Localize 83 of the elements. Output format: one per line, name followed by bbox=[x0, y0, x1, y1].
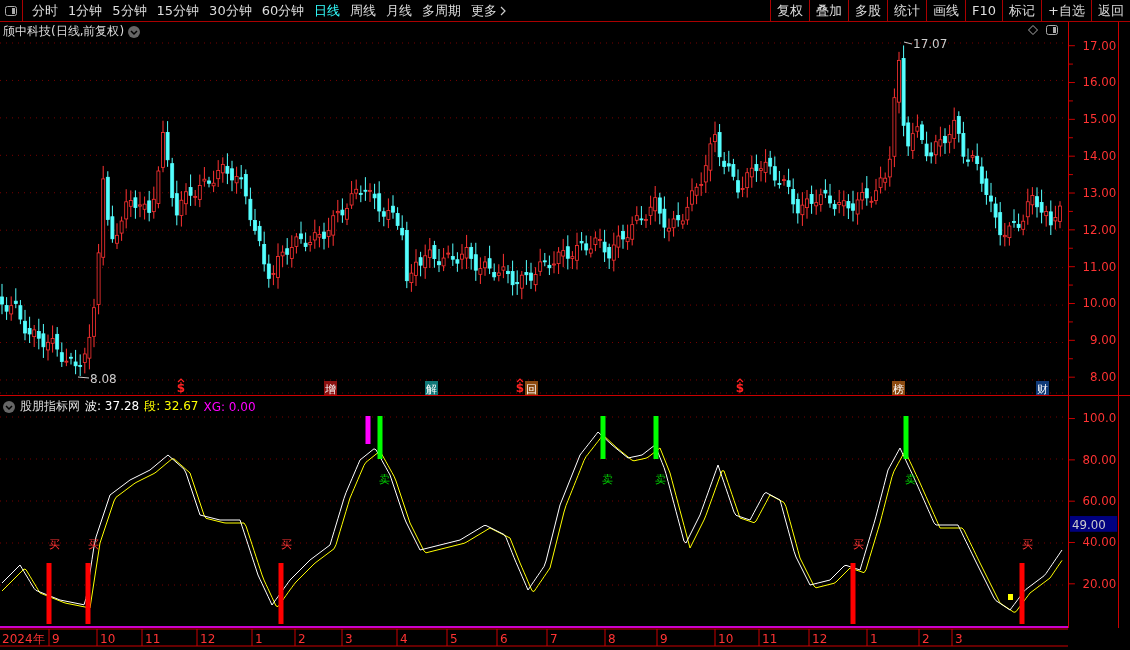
date-label: 12 bbox=[200, 632, 216, 646]
sell-signal-label: 卖 bbox=[601, 473, 613, 486]
toolbar-button[interactable]: 画线 bbox=[926, 0, 966, 21]
period-tab[interactable]: 周线 bbox=[345, 0, 382, 22]
date-label: 2 bbox=[922, 632, 930, 646]
price-tick-label: 9.00 bbox=[1089, 333, 1117, 348]
buy-signal-label: 买 bbox=[48, 538, 60, 551]
date-label: 3 bbox=[345, 632, 353, 646]
period-tab[interactable]: 月线 bbox=[381, 0, 418, 22]
indicator-tick-label: 20.00 bbox=[1082, 576, 1117, 591]
indicator-reading: 段: 32.67 bbox=[144, 398, 199, 415]
dropdown-icon[interactable] bbox=[3, 400, 15, 413]
price-tick-label: 13.00 bbox=[1082, 185, 1117, 200]
toolbar-button[interactable]: 返回 bbox=[1091, 0, 1130, 21]
date-label: 7 bbox=[550, 632, 558, 646]
date-label: 5 bbox=[450, 632, 458, 646]
toolbar-button[interactable]: +自选 bbox=[1041, 0, 1091, 21]
price-tick-label: 15.00 bbox=[1082, 112, 1117, 127]
toolbar-button[interactable]: 标记 bbox=[1002, 0, 1042, 21]
period-tab[interactable]: 30分钟 bbox=[204, 0, 257, 22]
toolbar-button[interactable]: F10 bbox=[965, 0, 1003, 21]
indicator-reading: XG: 0.00 bbox=[203, 399, 256, 414]
toolbar-button[interactable]: 多股 bbox=[848, 0, 888, 21]
date-label: 9 bbox=[52, 632, 60, 646]
buy-signal-label: 买 bbox=[1021, 538, 1033, 551]
panel-toggle-icon[interactable] bbox=[1046, 25, 1058, 35]
price-tick-label: 16.00 bbox=[1082, 75, 1117, 90]
period-tab[interactable]: 1分钟 bbox=[63, 0, 108, 22]
panel-toggle-icon[interactable] bbox=[5, 5, 17, 16]
date-label: 11 bbox=[762, 632, 778, 646]
toolbar-button[interactable]: 统计 bbox=[887, 0, 927, 21]
buy-signal-label: 买 bbox=[852, 538, 864, 551]
date-label: 1 bbox=[870, 632, 878, 646]
date-label: 11 bbox=[145, 632, 161, 646]
indicator-reading: 波: 37.28 bbox=[85, 398, 140, 415]
price-tick-label: 14.00 bbox=[1082, 149, 1117, 164]
period-tab[interactable]: 分时 bbox=[27, 0, 63, 22]
date-label: 2 bbox=[298, 632, 306, 646]
high-price-label: 17.07 bbox=[913, 37, 948, 51]
date-label: 2024年 bbox=[2, 632, 45, 646]
date-label: 3 bbox=[955, 632, 963, 646]
price-tick-label: 11.00 bbox=[1082, 259, 1117, 274]
period-tab[interactable]: 15分钟 bbox=[151, 0, 205, 22]
chart-title: 颀中科技(日线,前复权) bbox=[3, 23, 125, 40]
date-label: 12 bbox=[812, 632, 828, 646]
event-tag[interactable]: 财 bbox=[1036, 381, 1049, 395]
date-label: 9 bbox=[660, 632, 668, 646]
indicator-tick-label: 60.00 bbox=[1082, 494, 1117, 509]
sell-signal-label: 卖 bbox=[654, 473, 666, 486]
indicator-tick-label: 80.00 bbox=[1082, 452, 1117, 467]
indicator-tick-label: 100.0 bbox=[1082, 411, 1117, 426]
indicator-tick-label: 40.00 bbox=[1082, 535, 1117, 550]
diamond-icon[interactable] bbox=[1028, 25, 1038, 35]
price-tick-label: 17.00 bbox=[1082, 38, 1117, 53]
date-label: 6 bbox=[500, 632, 508, 646]
sell-signal-label: 卖 bbox=[378, 473, 390, 486]
date-label: 8 bbox=[608, 632, 616, 646]
toolbar-button[interactable]: 复权 bbox=[770, 0, 810, 21]
date-label: 10 bbox=[100, 632, 116, 646]
period-tab[interactable]: 5分钟 bbox=[107, 0, 152, 22]
price-tick-label: 8.00 bbox=[1089, 370, 1117, 385]
period-tab[interactable]: 60分钟 bbox=[256, 0, 310, 22]
chevron-right-icon bbox=[500, 5, 507, 16]
date-label: 10 bbox=[718, 632, 734, 646]
current-value-label: 49.00 bbox=[1070, 516, 1118, 532]
low-price-label: 8.08 bbox=[90, 372, 117, 386]
event-tag[interactable]: 增 bbox=[324, 381, 337, 395]
buy-signal-label: 买 bbox=[280, 538, 292, 551]
buy-signal-label: 买 bbox=[87, 538, 99, 551]
event-tag[interactable]: 榜 bbox=[892, 381, 905, 395]
event-tag[interactable]: 解 bbox=[425, 381, 438, 395]
period-tab[interactable]: 日线 bbox=[309, 0, 346, 22]
date-label: 4 bbox=[400, 632, 408, 646]
sell-signal-label: 卖 bbox=[904, 473, 916, 486]
price-tick-label: 12.00 bbox=[1082, 222, 1117, 237]
event-tag[interactable]: 回 bbox=[525, 381, 538, 395]
dropdown-icon[interactable] bbox=[128, 25, 141, 38]
period-tab[interactable]: 多周期 bbox=[417, 0, 467, 22]
period-tab[interactable]: 更多 bbox=[466, 0, 512, 22]
indicator-name: 股朋指标网 bbox=[20, 398, 80, 415]
date-label: 1 bbox=[255, 632, 263, 646]
toolbar-button[interactable]: 叠加 bbox=[809, 0, 849, 21]
price-tick-label: 10.00 bbox=[1082, 296, 1117, 311]
